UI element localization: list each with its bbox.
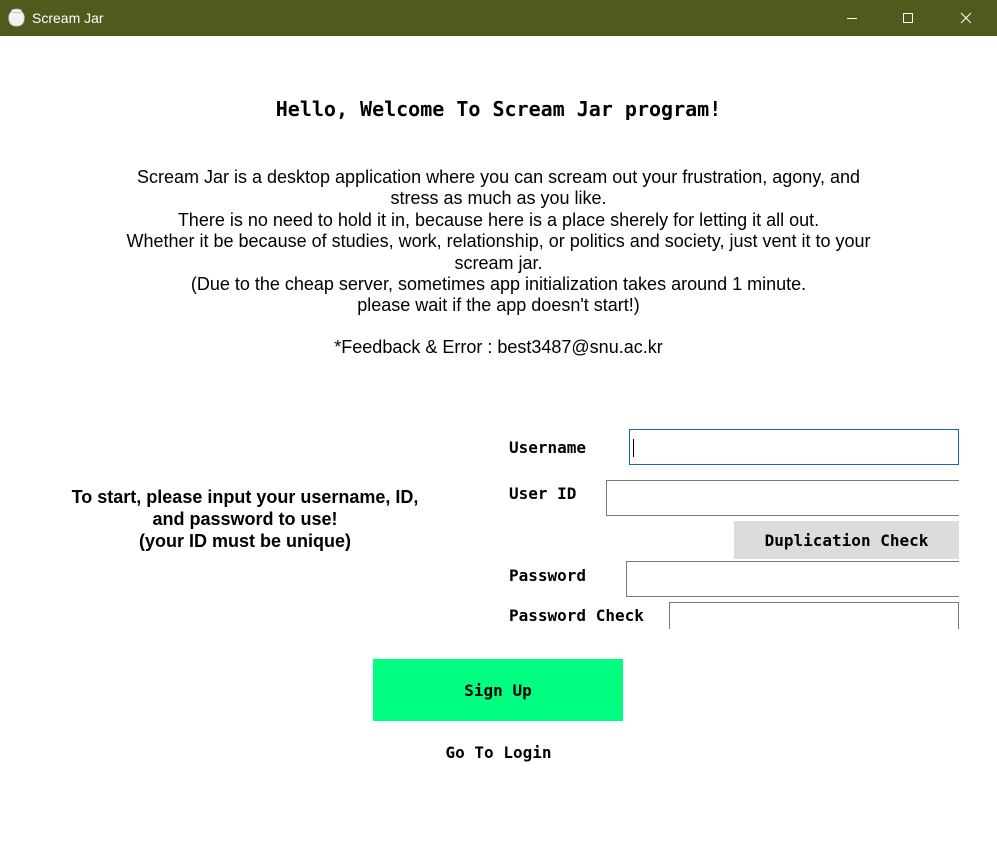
signup-button[interactable]: Sign Up bbox=[373, 659, 623, 721]
window-title: Scream Jar bbox=[32, 10, 104, 26]
description-line: Whether it be because of studies, work, … bbox=[126, 231, 871, 252]
form-clip-right bbox=[959, 420, 997, 635]
go-to-login-link[interactable]: Go To Login bbox=[0, 743, 997, 762]
password-label: Password bbox=[509, 566, 587, 585]
maximize-button[interactable] bbox=[885, 0, 931, 36]
description-line: (Due to the cheap server, sometimes app … bbox=[190, 274, 807, 295]
instruction-line: To start, please input your username, ID… bbox=[71, 487, 419, 507]
text-caret bbox=[633, 439, 634, 457]
minimize-button[interactable] bbox=[829, 0, 875, 36]
description-line: Scream Jar is a desktop application wher… bbox=[136, 167, 861, 187]
duplication-check-button[interactable]: Duplication Check bbox=[734, 521, 959, 559]
username-label: Username bbox=[509, 438, 587, 457]
description-line: scream jar. bbox=[454, 252, 543, 273]
instruction-line: and password to use! bbox=[152, 509, 338, 529]
description-line: stress as much as you like. bbox=[390, 188, 607, 209]
signup-instructions: To start, please input your username, ID… bbox=[40, 486, 450, 552]
jar-icon bbox=[8, 8, 25, 27]
description-line: There is no need to hold it in, because … bbox=[177, 209, 820, 230]
maximize-icon bbox=[903, 13, 913, 23]
feedback-contact: *Feedback & Error : best3487@snu.ac.kr bbox=[334, 337, 663, 357]
description-line: please wait if the app doesn't start!) bbox=[357, 295, 640, 316]
title-bar: Scream Jar bbox=[0, 0, 997, 36]
description: Scream Jar is a desktop application wher… bbox=[100, 167, 897, 317]
close-icon bbox=[960, 12, 972, 24]
minimize-icon bbox=[847, 18, 857, 19]
welcome-heading: Hello, Welcome To Scream Jar program! bbox=[275, 97, 722, 121]
instruction-line: (your ID must be unique) bbox=[138, 531, 351, 551]
close-button[interactable] bbox=[943, 0, 989, 36]
userid-input[interactable] bbox=[606, 480, 966, 516]
password-check-label: Password Check bbox=[509, 606, 644, 625]
userid-label: User ID bbox=[509, 484, 577, 503]
form-clip-bottom bbox=[660, 629, 970, 639]
username-input[interactable] bbox=[629, 429, 959, 465]
password-input[interactable] bbox=[626, 561, 966, 597]
